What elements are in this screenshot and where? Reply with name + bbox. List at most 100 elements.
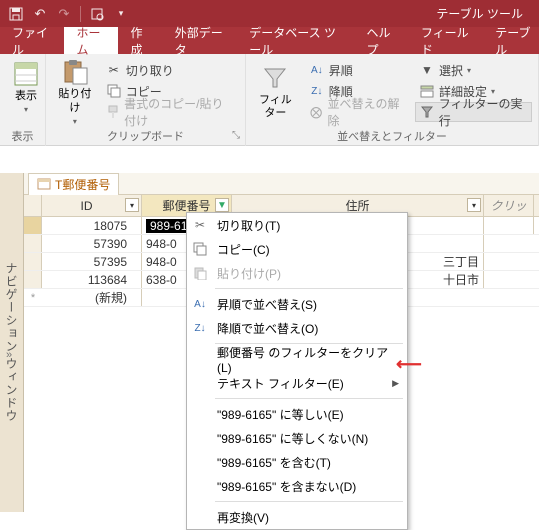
row-selector[interactable] (24, 253, 42, 270)
new-record-icon: * (24, 289, 42, 306)
scissors-icon: ✂ (191, 216, 209, 234)
menu-copy[interactable]: コピー(C) (187, 237, 407, 261)
menu-contains[interactable]: "989-6165" を含む(T) (187, 450, 407, 474)
funnel-small-icon (420, 104, 435, 120)
menu-label: 郵便番号 のフィルターをクリア(L) (217, 344, 399, 375)
menu-label: "989-6165" に等しい(E) (217, 406, 399, 423)
menu-clear-filter[interactable]: 郵便番号 のフィルターをクリア(L) (187, 347, 407, 371)
ribbon-tabs: ファイル ホーム 作成 外部データ データベース ツール ヘルプ フィールド テ… (0, 27, 539, 54)
clipboard-launcher[interactable]: ⤡ (229, 130, 243, 144)
menu-separator (215, 288, 403, 289)
cut-button[interactable]: ✂ 切り取り (102, 60, 239, 80)
column-dropdown-icon[interactable]: ▾ (467, 198, 481, 212)
selection-button[interactable]: ▼ 選択 ▾ (415, 60, 532, 80)
undo-icon[interactable]: ↶ (30, 4, 50, 24)
funnel-icon (261, 64, 289, 92)
column-header-id[interactable]: ID ▾ (42, 195, 142, 216)
paste-icon (61, 58, 89, 86)
views-group-label: 表示 (0, 128, 45, 144)
context-menu: ✂ 切り取り(T) コピー(C) 貼り付け(P) A↓ 昇順で並べ替え(S) Z… (186, 212, 408, 530)
select-all-cell[interactable] (24, 195, 42, 216)
tab-database-tools[interactable]: データベース ツール (237, 27, 354, 54)
menu-sort-desc[interactable]: Z↓ 降順で並べ替え(O) (187, 316, 407, 340)
qat-separator (80, 6, 81, 22)
menu-label: 切り取り(T) (217, 217, 399, 234)
menu-label: "989-6165" を含む(T) (217, 454, 399, 471)
shutter-open-icon[interactable]: » (6, 349, 12, 361)
menu-label: テキスト フィルター(E) (217, 375, 384, 392)
cut-label: 切り取り (126, 62, 174, 79)
tab-home[interactable]: ホーム (64, 27, 118, 54)
menu-paste: 貼り付け(P) (187, 261, 407, 285)
print-preview-icon[interactable] (87, 4, 107, 24)
sort-asc-icon: A↓ (191, 295, 209, 313)
datasheet-view-icon (12, 60, 40, 88)
tab-file[interactable]: ファイル (0, 27, 64, 54)
selection-icon: ▼ (419, 62, 435, 78)
tab-external-data[interactable]: 外部データ (163, 27, 238, 54)
blank-icon (191, 453, 209, 471)
column-header-click[interactable]: クリッ (484, 195, 534, 216)
filter-button[interactable]: フィルター (252, 58, 299, 126)
view-button[interactable]: 表示 ▾ (6, 58, 46, 116)
tab-help[interactable]: ヘルプ (355, 27, 409, 54)
copy-icon (191, 240, 209, 258)
toggle-filter-button[interactable]: フィルターの実行 (415, 102, 532, 122)
menu-not-equals[interactable]: "989-6165" に等しくない(N) (187, 426, 407, 450)
menu-sort-asc[interactable]: A↓ 昇順で並べ替え(S) (187, 292, 407, 316)
remove-sort-button: ⨂ 並べ替えの解除 (305, 102, 409, 122)
blank-icon (191, 429, 209, 447)
blank-icon (191, 405, 209, 423)
advanced-icon (419, 83, 435, 99)
filter-label: フィルター (254, 94, 297, 120)
cell-id[interactable]: 57395 (42, 253, 142, 270)
blank-icon (191, 477, 209, 495)
format-painter-label: 書式のコピー/貼り付け (124, 95, 235, 129)
navigation-pane[interactable]: » ナビゲーション ウィンドウ (0, 173, 24, 512)
cell-id[interactable]: 18075 (42, 217, 142, 234)
paste-label: 貼り付け (54, 88, 96, 114)
qat-customize-icon[interactable]: ▾ (111, 4, 131, 24)
submenu-arrow-icon: ▶ (392, 378, 399, 389)
save-icon[interactable] (6, 4, 26, 24)
cell-id[interactable]: 57390 (42, 235, 142, 252)
nav-pane-title: ナビゲーション ウィンドウ (3, 262, 20, 422)
menu-not-contains[interactable]: "989-6165" を含まない(D) (187, 474, 407, 498)
menu-text-filters[interactable]: テキスト フィルター(E) ▶ (187, 371, 407, 395)
sort-asc-button[interactable]: A↓ 昇順 (305, 60, 409, 80)
brush-icon (106, 104, 120, 120)
menu-equals[interactable]: "989-6165" に等しい(E) (187, 402, 407, 426)
chevron-down-icon: ▾ (467, 66, 471, 75)
menu-label: "989-6165" に等しくない(N) (217, 430, 399, 447)
blank-icon (191, 374, 209, 392)
paste-button[interactable]: 貼り付け ▾ (52, 58, 98, 126)
row-selector[interactable] (24, 271, 42, 288)
menu-label: 降順で並べ替え(O) (217, 320, 399, 337)
menu-cut[interactable]: ✂ 切り取り(T) (187, 213, 407, 237)
cell-id[interactable]: 113684 (42, 271, 142, 288)
tab-table[interactable]: テーブル (483, 27, 539, 54)
chevron-down-icon: ▾ (24, 105, 28, 114)
menu-separator (215, 398, 403, 399)
cell-click[interactable] (484, 217, 534, 234)
tab-fields[interactable]: フィールド (409, 27, 483, 54)
menu-label: 再変換(V) (217, 509, 399, 526)
document-tab[interactable]: T郵便番号 (28, 173, 119, 195)
tab-create[interactable]: 作成 (118, 27, 162, 54)
menu-separator (215, 501, 403, 502)
redo-icon[interactable]: ↷ (54, 4, 74, 24)
row-selector[interactable] (24, 217, 42, 234)
sort-asc-label: 昇順 (329, 62, 353, 79)
sort-filter-group-label: 並べ替えとフィルター (246, 128, 538, 144)
scissors-icon: ✂ (106, 62, 122, 78)
sort-desc-icon: Z↓ (309, 83, 325, 99)
blank-icon (191, 350, 209, 368)
menu-reconvert[interactable]: 再変換(V) (187, 505, 407, 529)
column-filter-icon[interactable]: ▼ (215, 198, 229, 212)
funnel-indicator-icon: ▼ (217, 200, 227, 211)
column-dropdown-icon[interactable]: ▾ (125, 198, 139, 212)
row-selector[interactable] (24, 235, 42, 252)
paste-icon (191, 264, 209, 282)
table-icon (37, 177, 51, 191)
annotation-arrow: ⟵ (396, 354, 422, 375)
